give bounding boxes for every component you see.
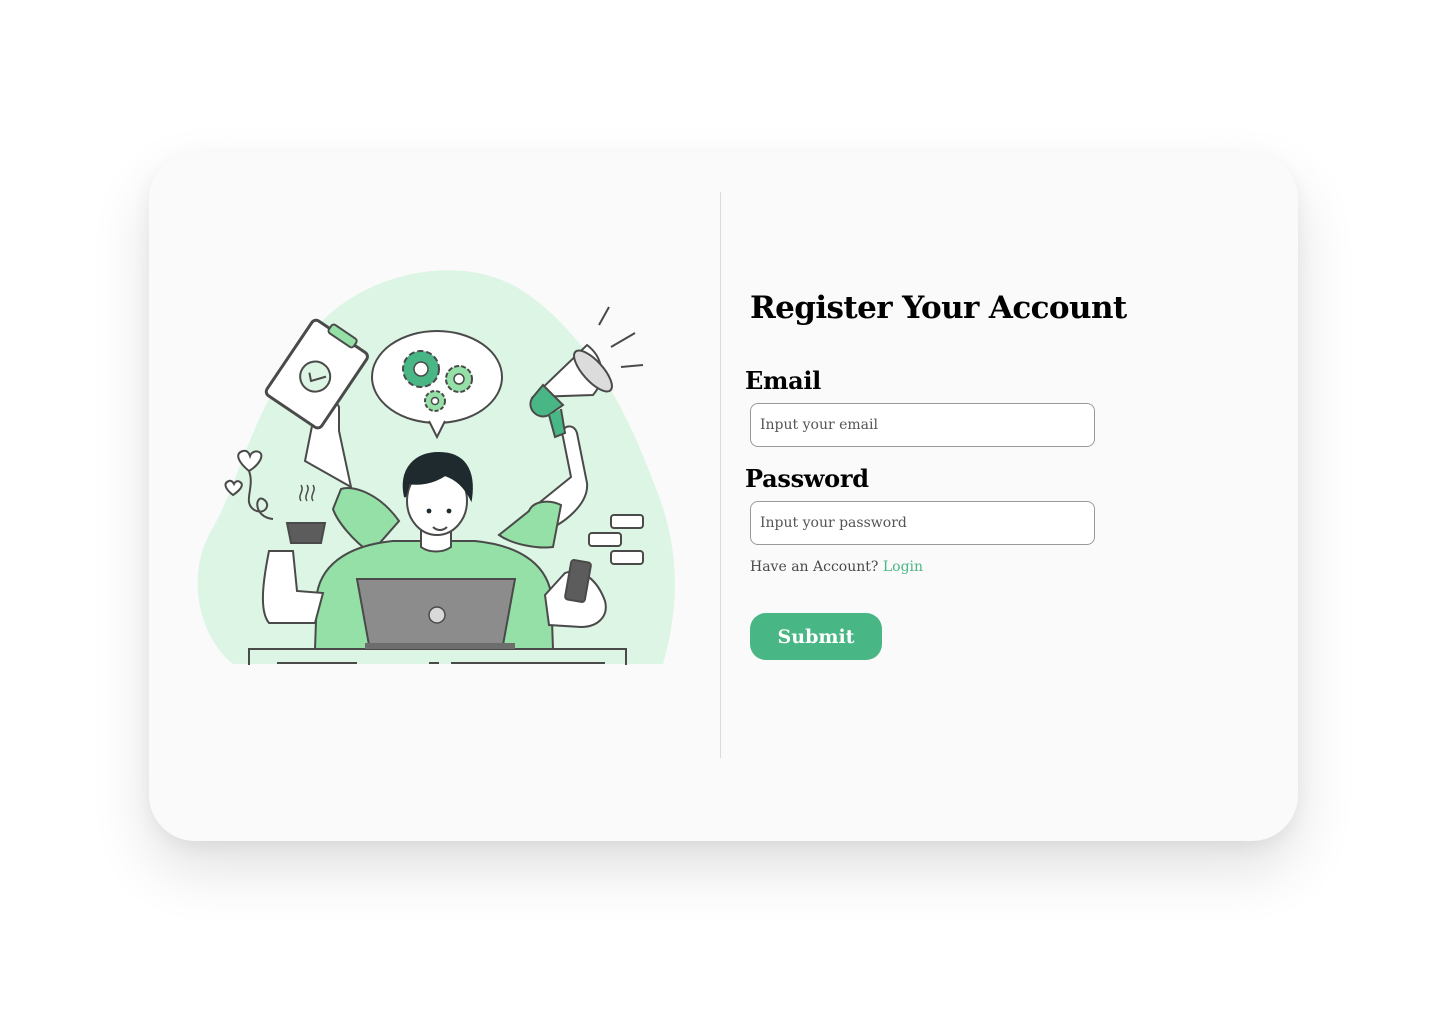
login-link[interactable]: Login — [883, 559, 923, 575]
password-field[interactable] — [750, 501, 1095, 545]
register-card: Register Your Account Email Password Hav… — [149, 153, 1298, 841]
password-label: Password — [745, 464, 869, 493]
email-label: Email — [745, 366, 821, 395]
vertical-divider — [720, 192, 721, 758]
page-title: Register Your Account — [750, 290, 1127, 326]
register-form: Register Your Account Email Password Hav… — [745, 153, 1145, 841]
multitasking-person-illustration — [197, 270, 675, 665]
laptop — [355, 578, 517, 649]
have-account-row: Have an Account? Login — [750, 559, 923, 575]
have-account-text: Have an Account? — [750, 559, 883, 575]
email-field[interactable] — [750, 403, 1095, 447]
submit-button[interactable]: Submit — [750, 613, 882, 660]
